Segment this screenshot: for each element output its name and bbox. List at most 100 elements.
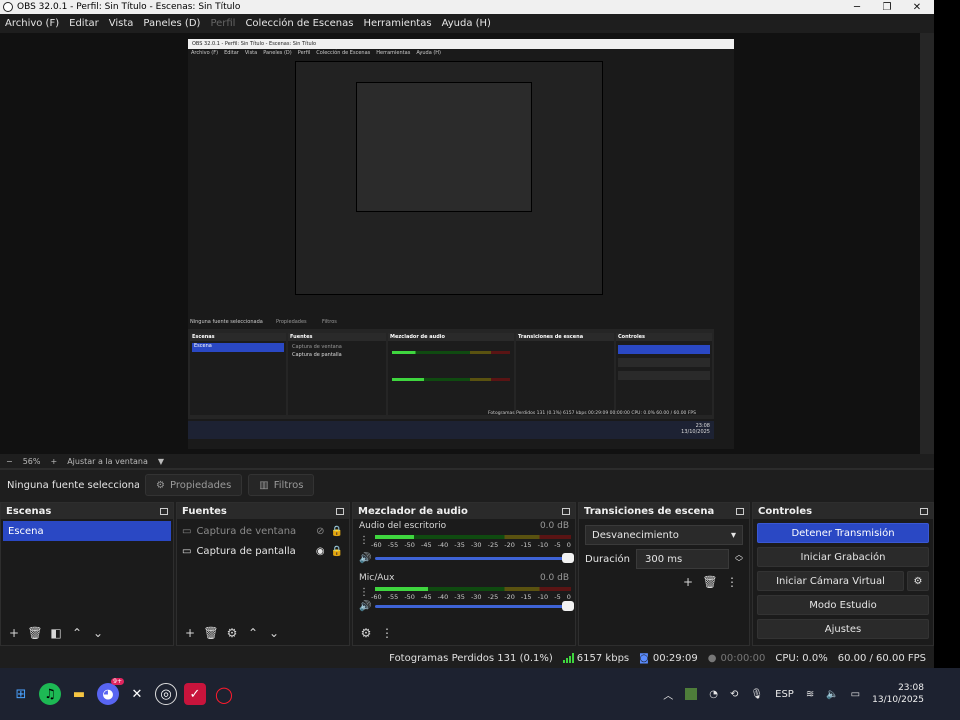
undock-icon[interactable] <box>562 507 570 515</box>
nested-dock-scenes: Escenas Escena <box>190 333 286 415</box>
gear-icon[interactable]: ⚙ <box>225 626 239 640</box>
program-preview[interactable]: OBS 32.0.1 - Perfil: Sin Título - Escena… <box>188 39 734 449</box>
tray-app-icon-2[interactable]: ◔ <box>709 689 718 700</box>
microphone-icon[interactable]: 🎙 <box>750 689 763 700</box>
volume-icon[interactable]: 🔈 <box>826 689 838 700</box>
minimize-button[interactable]: ─ <box>842 0 872 14</box>
settings-button[interactable]: Ajustes <box>757 619 929 639</box>
app-taskbar-icon[interactable]: ✓ <box>184 683 206 705</box>
menu-perfil[interactable]: Perfil <box>210 18 235 29</box>
chevron-down-icon: ▾ <box>730 529 736 541</box>
menu-editar[interactable]: Editar <box>69 18 99 29</box>
menu-archivo[interactable]: Archivo (F) <box>5 18 59 29</box>
menu-paneles[interactable]: Paneles (D) <box>143 18 200 29</box>
volume-slider-knob[interactable] <box>562 601 574 611</box>
source-item-screen-capture[interactable]: ▭ Captura de pantalla ◉ 🔒 <box>177 541 349 561</box>
fps: 60.00 / 60.00 FPS <box>837 652 926 664</box>
scene-filter-icon[interactable]: ◧ <box>49 626 63 640</box>
add-transition-icon[interactable]: + <box>681 575 695 589</box>
virtual-camera-settings-icon[interactable]: ⚙ <box>907 571 929 591</box>
zoom-menu-caret-icon[interactable]: ▼ <box>158 457 164 466</box>
add-scene-icon[interactable]: + <box>7 626 21 640</box>
start-virtual-camera-button[interactable]: Iniciar Cámara Virtual <box>757 571 904 591</box>
transition-select[interactable]: Desvanecimiento ▾ <box>585 525 743 545</box>
properties-button[interactable]: ⚙ Propiedades <box>145 474 243 496</box>
chevron-up-icon[interactable]: ︿ <box>663 687 673 702</box>
controls-dock-header: Controles <box>753 503 933 519</box>
add-source-icon[interactable]: + <box>183 626 197 640</box>
speaker-icon[interactable]: 🔊 <box>359 553 371 564</box>
move-up-icon[interactable]: ⌃ <box>70 626 84 640</box>
volume-slider[interactable] <box>375 601 574 611</box>
mixer-settings-icon[interactable]: ⚙ <box>359 626 373 640</box>
battery-icon[interactable]: ▭ <box>851 689 860 700</box>
start-recording-button[interactable]: Iniciar Grabación <box>757 547 929 567</box>
move-down-icon[interactable]: ⌄ <box>91 626 105 640</box>
lock-icon[interactable]: 🔒 <box>331 546 343 557</box>
obs-taskbar-icon[interactable]: ◎ <box>155 683 177 705</box>
undock-icon[interactable] <box>736 507 744 515</box>
zoom-out-button[interactable]: − <box>6 457 13 466</box>
preview-area[interactable]: OBS 32.0.1 - Perfil: Sin Título - Escena… <box>0 33 920 454</box>
menu-herramientas[interactable]: Herramientas <box>363 18 431 29</box>
language-indicator[interactable]: ESP <box>775 689 794 700</box>
zoom-in-button[interactable]: + <box>50 457 57 466</box>
discord-icon[interactable]: ◕ 9+ <box>97 678 124 705</box>
mixer-channel-desktop: Audio del escritorio 0.0 dB ⋮ -60 -55 -50-… <box>353 519 575 571</box>
eye-hidden-icon[interactable]: ⊘ <box>316 526 324 537</box>
maximize-button[interactable]: ❐ <box>872 0 902 14</box>
bitrate-group: 6157 kbps <box>562 653 629 664</box>
capcut-icon[interactable]: ✕ <box>126 683 148 705</box>
obs-logo-icon <box>3 2 13 12</box>
lock-icon[interactable]: 🔒 <box>331 526 343 537</box>
menu-ayuda[interactable]: Ayuda (H) <box>442 18 491 29</box>
wifi-icon[interactable]: ≋ <box>806 689 814 700</box>
source-item-window-capture[interactable]: ▭ Captura de ventana ⊘ 🔒 <box>177 521 349 541</box>
trash-icon[interactable]: 🗑 <box>27 626 42 640</box>
kebab-menu-icon[interactable]: ⋮ <box>380 626 394 640</box>
file-explorer-icon[interactable]: ▬ <box>68 683 90 705</box>
undock-icon[interactable] <box>336 507 344 515</box>
meter-tick-label: -35 <box>454 593 465 601</box>
preview-scrollbar[interactable] <box>920 33 934 454</box>
kebab-menu-icon[interactable]: ⋮ <box>725 575 739 589</box>
fit-window-button[interactable]: Ajustar a la ventana <box>67 457 148 466</box>
eye-icon[interactable]: ◉ <box>316 546 325 557</box>
nested-title-bar: OBS 32.0.1 - Perfil: Sin Título - Escena… <box>188 39 734 49</box>
nested-no-source: Ninguna fuente seleccionada <box>190 319 263 325</box>
nested-control-button <box>618 358 710 367</box>
studio-mode-button[interactable]: Modo Estudio <box>757 595 929 615</box>
move-down-icon[interactable]: ⌄ <box>267 626 281 640</box>
filters-button[interactable]: ▥ Filtros <box>248 474 315 496</box>
start-menu-icon[interactable]: ⊞ <box>10 683 32 705</box>
menu-coleccion-escenas[interactable]: Colección de Escenas <box>245 18 353 29</box>
kebab-menu-icon[interactable]: ⋮ <box>359 535 369 546</box>
duration-label: Duración <box>585 553 631 565</box>
trash-icon[interactable]: 🗑 <box>203 626 218 640</box>
volume-slider-knob[interactable] <box>562 553 574 563</box>
kebab-menu-icon[interactable]: ⋮ <box>359 587 369 598</box>
clock[interactable]: 23:08 13/10/2025 <box>872 682 924 706</box>
duration-input[interactable]: 300 ms <box>636 549 729 569</box>
chevron-down-icon[interactable]: ﹀ <box>735 559 743 567</box>
duration-stepper[interactable]: ︿ ﹀ <box>735 551 743 567</box>
opera-icon[interactable]: ◯ <box>213 683 235 705</box>
meter-tick-label: -25 <box>487 593 499 601</box>
stop-stream-button[interactable]: Detener Transmisión <box>757 523 929 543</box>
undock-icon[interactable] <box>920 507 928 515</box>
nested-dock-title: Escenas <box>192 334 215 340</box>
menu-vista[interactable]: Vista <box>109 18 134 29</box>
sources-dock-title: Fuentes <box>182 505 227 517</box>
scene-item[interactable]: Escena <box>3 521 171 541</box>
tray-app-icon[interactable] <box>685 688 698 700</box>
sync-icon[interactable]: ⟲ <box>730 689 738 700</box>
move-up-icon[interactable]: ⌃ <box>246 626 260 640</box>
undock-icon[interactable] <box>160 507 168 515</box>
trash-icon[interactable]: 🗑 <box>702 575 717 589</box>
close-button[interactable]: ✕ <box>902 0 932 14</box>
speaker-icon[interactable]: 🔊 <box>359 601 371 612</box>
source-item-label: Captura de ventana <box>196 525 297 537</box>
volume-slider[interactable] <box>375 553 574 563</box>
spotify-icon[interactable]: ♫ <box>39 683 61 705</box>
meter-tick-label: -45 <box>420 541 432 549</box>
